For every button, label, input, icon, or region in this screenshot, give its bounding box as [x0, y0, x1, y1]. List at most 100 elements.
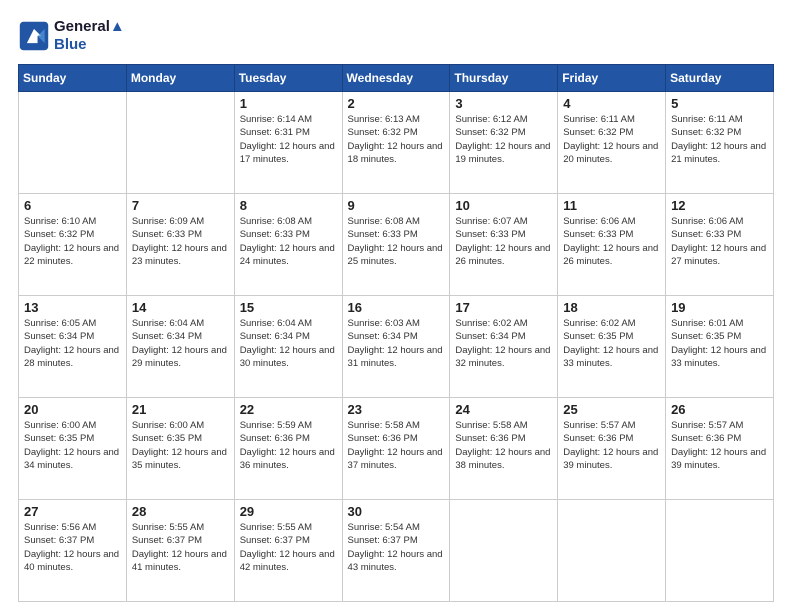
calendar-cell: [666, 500, 774, 602]
day-number: 10: [455, 198, 552, 213]
day-info: Sunrise: 6:08 AM Sunset: 6:33 PM Dayligh…: [240, 215, 337, 268]
day-info: Sunrise: 5:57 AM Sunset: 6:36 PM Dayligh…: [563, 419, 660, 472]
calendar-cell: 9 Sunrise: 6:08 AM Sunset: 6:33 PM Daylig…: [342, 194, 450, 296]
calendar-cell: 2 Sunrise: 6:13 AM Sunset: 6:32 PM Daylig…: [342, 92, 450, 194]
day-number: 16: [348, 300, 445, 315]
day-number: 29: [240, 504, 337, 519]
day-number: 21: [132, 402, 229, 417]
day-info: Sunrise: 6:05 AM Sunset: 6:34 PM Dayligh…: [24, 317, 121, 370]
day-number: 8: [240, 198, 337, 213]
day-number: 23: [348, 402, 445, 417]
day-info: Sunrise: 6:08 AM Sunset: 6:33 PM Dayligh…: [348, 215, 445, 268]
day-number: 18: [563, 300, 660, 315]
calendar-week-row: 20 Sunrise: 6:00 AM Sunset: 6:35 PM Dayli…: [19, 398, 774, 500]
day-number: 12: [671, 198, 768, 213]
day-info: Sunrise: 6:12 AM Sunset: 6:32 PM Dayligh…: [455, 113, 552, 166]
calendar-cell: 30 Sunrise: 5:54 AM Sunset: 6:37 PM Dayli…: [342, 500, 450, 602]
day-info: Sunrise: 6:00 AM Sunset: 6:35 PM Dayligh…: [24, 419, 121, 472]
day-number: 6: [24, 198, 121, 213]
day-info: Sunrise: 6:09 AM Sunset: 6:33 PM Dayligh…: [132, 215, 229, 268]
calendar-cell: [558, 500, 666, 602]
day-info: Sunrise: 6:00 AM Sunset: 6:35 PM Dayligh…: [132, 419, 229, 472]
calendar-cell: [450, 500, 558, 602]
day-info: Sunrise: 5:56 AM Sunset: 6:37 PM Dayligh…: [24, 521, 121, 574]
weekday-header-sunday: Sunday: [19, 65, 127, 92]
day-number: 9: [348, 198, 445, 213]
calendar-week-row: 13 Sunrise: 6:05 AM Sunset: 6:34 PM Dayli…: [19, 296, 774, 398]
calendar-cell: 22Sunrise: 5:59 AM Sunset: 6:36 PM Dayli…: [234, 398, 342, 500]
weekday-header-friday: Friday: [558, 65, 666, 92]
logo-icon: [18, 20, 50, 52]
day-number: 2: [348, 96, 445, 111]
calendar-week-row: 1 Sunrise: 6:14 AM Sunset: 6:31 PM Daylig…: [19, 92, 774, 194]
logo: General▲ Blue: [18, 18, 125, 54]
day-info: Sunrise: 6:01 AM Sunset: 6:35 PM Dayligh…: [671, 317, 768, 370]
day-number: 19: [671, 300, 768, 315]
calendar-cell: 28 Sunrise: 5:55 AM Sunset: 6:37 PM Dayli…: [126, 500, 234, 602]
weekday-header-thursday: Thursday: [450, 65, 558, 92]
day-info: Sunrise: 6:02 AM Sunset: 6:35 PM Dayligh…: [563, 317, 660, 370]
day-info: Sunrise: 5:58 AM Sunset: 6:36 PM Dayligh…: [455, 419, 552, 472]
calendar-cell: 23 Sunrise: 5:58 AM Sunset: 6:36 PM Dayli…: [342, 398, 450, 500]
day-info: Sunrise: 6:13 AM Sunset: 6:32 PM Dayligh…: [348, 113, 445, 166]
calendar-cell: 5 Sunrise: 6:11 AM Sunset: 6:32 PM Daylig…: [666, 92, 774, 194]
day-info: Sunrise: 6:04 AM Sunset: 6:34 PM Dayligh…: [132, 317, 229, 370]
day-info: Sunrise: 6:11 AM Sunset: 6:32 PM Dayligh…: [671, 113, 768, 166]
calendar-cell: 10 Sunrise: 6:07 AM Sunset: 6:33 PM Dayli…: [450, 194, 558, 296]
calendar-cell: 12 Sunrise: 6:06 AM Sunset: 6:33 PM Dayli…: [666, 194, 774, 296]
calendar-cell: 21 Sunrise: 6:00 AM Sunset: 6:35 PM Dayli…: [126, 398, 234, 500]
day-info: Sunrise: 6:06 AM Sunset: 6:33 PM Dayligh…: [671, 215, 768, 268]
day-number: 5: [671, 96, 768, 111]
calendar-cell: 6 Sunrise: 6:10 AM Sunset: 6:32 PM Daylig…: [19, 194, 127, 296]
day-info: Sunrise: 6:02 AM Sunset: 6:34 PM Dayligh…: [455, 317, 552, 370]
calendar-table: SundayMondayTuesdayWednesdayThursdayFrid…: [18, 64, 774, 602]
day-info: Sunrise: 6:06 AM Sunset: 6:33 PM Dayligh…: [563, 215, 660, 268]
day-info: Sunrise: 5:55 AM Sunset: 6:37 PM Dayligh…: [132, 521, 229, 574]
calendar-cell: 14Sunrise: 6:04 AM Sunset: 6:34 PM Dayli…: [126, 296, 234, 398]
day-number: 15: [240, 300, 337, 315]
day-number: 13: [24, 300, 121, 315]
calendar-week-row: 27 Sunrise: 5:56 AM Sunset: 6:37 PM Dayli…: [19, 500, 774, 602]
day-number: 1: [240, 96, 337, 111]
day-number: 25: [563, 402, 660, 417]
weekday-header-tuesday: Tuesday: [234, 65, 342, 92]
calendar-cell: 8 Sunrise: 6:08 AM Sunset: 6:33 PM Daylig…: [234, 194, 342, 296]
calendar-cell: 7 Sunrise: 6:09 AM Sunset: 6:33 PM Daylig…: [126, 194, 234, 296]
weekday-header-monday: Monday: [126, 65, 234, 92]
calendar-cell: 26Sunrise: 5:57 AM Sunset: 6:36 PM Dayli…: [666, 398, 774, 500]
day-info: Sunrise: 6:03 AM Sunset: 6:34 PM Dayligh…: [348, 317, 445, 370]
calendar-cell: 1 Sunrise: 6:14 AM Sunset: 6:31 PM Daylig…: [234, 92, 342, 194]
day-number: 3: [455, 96, 552, 111]
day-info: Sunrise: 5:58 AM Sunset: 6:36 PM Dayligh…: [348, 419, 445, 472]
day-number: 27: [24, 504, 121, 519]
day-info: Sunrise: 6:04 AM Sunset: 6:34 PM Dayligh…: [240, 317, 337, 370]
day-info: Sunrise: 5:57 AM Sunset: 6:36 PM Dayligh…: [671, 419, 768, 472]
day-number: 24: [455, 402, 552, 417]
calendar-cell: 16 Sunrise: 6:03 AM Sunset: 6:34 PM Dayli…: [342, 296, 450, 398]
day-info: Sunrise: 6:07 AM Sunset: 6:33 PM Dayligh…: [455, 215, 552, 268]
calendar-cell: 25 Sunrise: 5:57 AM Sunset: 6:36 PM Dayli…: [558, 398, 666, 500]
day-info: Sunrise: 6:11 AM Sunset: 6:32 PM Dayligh…: [563, 113, 660, 166]
day-number: 20: [24, 402, 121, 417]
day-number: 4: [563, 96, 660, 111]
calendar-cell: 11Sunrise: 6:06 AM Sunset: 6:33 PM Dayli…: [558, 194, 666, 296]
day-number: 28: [132, 504, 229, 519]
calendar-cell: 4 Sunrise: 6:11 AM Sunset: 6:32 PM Daylig…: [558, 92, 666, 194]
calendar-cell: 18 Sunrise: 6:02 AM Sunset: 6:35 PM Dayli…: [558, 296, 666, 398]
day-info: Sunrise: 6:10 AM Sunset: 6:32 PM Dayligh…: [24, 215, 121, 268]
calendar-cell: 17Sunrise: 6:02 AM Sunset: 6:34 PM Dayli…: [450, 296, 558, 398]
day-number: 22: [240, 402, 337, 417]
calendar-cell: 13 Sunrise: 6:05 AM Sunset: 6:34 PM Dayli…: [19, 296, 127, 398]
day-info: Sunrise: 5:54 AM Sunset: 6:37 PM Dayligh…: [348, 521, 445, 574]
calendar-cell: 19 Sunrise: 6:01 AM Sunset: 6:35 PM Dayli…: [666, 296, 774, 398]
calendar-cell: 24 Sunrise: 5:58 AM Sunset: 6:36 PM Dayli…: [450, 398, 558, 500]
calendar-cell: 3 Sunrise: 6:12 AM Sunset: 6:32 PM Daylig…: [450, 92, 558, 194]
day-number: 30: [348, 504, 445, 519]
calendar-week-row: 6 Sunrise: 6:10 AM Sunset: 6:32 PM Daylig…: [19, 194, 774, 296]
weekday-header-row: SundayMondayTuesdayWednesdayThursdayFrid…: [19, 65, 774, 92]
page: General▲ Blue SundayMondayTuesdayWednesd…: [0, 0, 792, 612]
weekday-header-wednesday: Wednesday: [342, 65, 450, 92]
day-info: Sunrise: 6:14 AM Sunset: 6:31 PM Dayligh…: [240, 113, 337, 166]
day-number: 7: [132, 198, 229, 213]
calendar-cell: 29Sunrise: 5:55 AM Sunset: 6:37 PM Dayli…: [234, 500, 342, 602]
